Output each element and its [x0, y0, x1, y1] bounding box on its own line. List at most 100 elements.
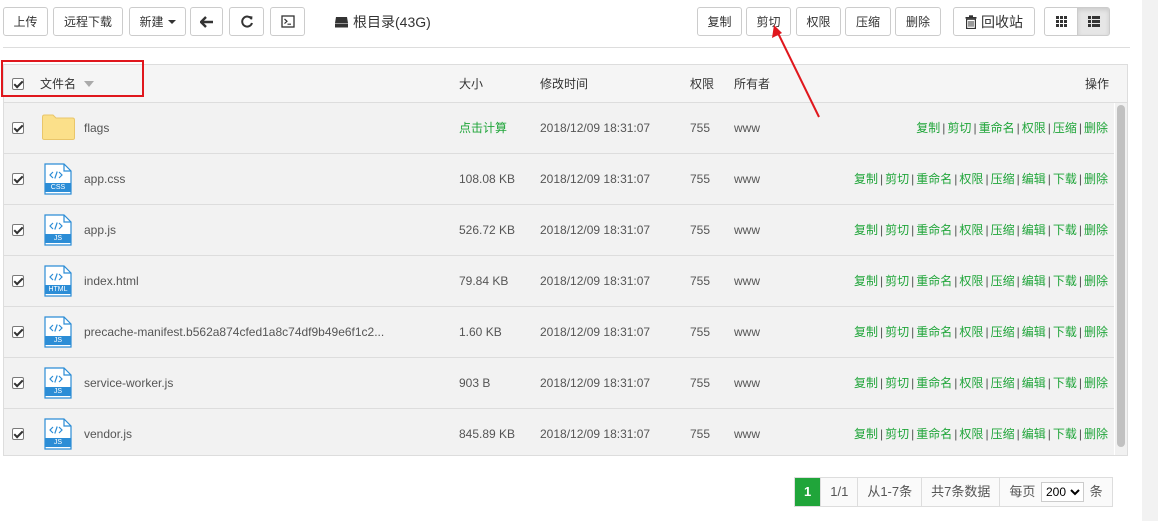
row-action-link[interactable]: 复制: [854, 172, 878, 186]
file-name-link[interactable]: vendor.js: [84, 409, 132, 455]
row-action-link[interactable]: 剪切: [947, 121, 971, 135]
new-dropdown-button[interactable]: 新建: [129, 7, 186, 36]
delete-button[interactable]: 删除: [895, 7, 941, 36]
row-checkbox[interactable]: [12, 173, 24, 185]
row-checkbox[interactable]: [12, 275, 24, 287]
row-action-link[interactable]: 删除: [1084, 325, 1108, 339]
table-row[interactable]: JS precache-manifest.b562a874cfed1a8c74df…: [4, 307, 1114, 358]
list-view-button[interactable]: [1077, 7, 1110, 36]
file-name-link[interactable]: flags: [84, 103, 109, 153]
row-action-link[interactable]: 下载: [1053, 376, 1077, 390]
upload-button[interactable]: 上传: [3, 7, 48, 36]
row-checkbox[interactable]: [12, 326, 24, 338]
row-action-link[interactable]: 编辑: [1022, 223, 1046, 237]
file-name-link[interactable]: app.css: [84, 154, 125, 204]
action-separator: |: [954, 223, 958, 237]
row-action-link[interactable]: 压缩: [991, 274, 1015, 288]
row-action-link[interactable]: 压缩: [991, 223, 1015, 237]
action-separator: |: [880, 223, 884, 237]
row-action-link[interactable]: 复制: [854, 223, 878, 237]
column-header-name[interactable]: 文件名: [40, 65, 76, 103]
table-row[interactable]: HTML index.html 79.84 KB 2018/12/09 18:31:0…: [4, 256, 1114, 307]
file-permission: 755: [690, 325, 711, 339]
compress-button[interactable]: 压缩: [845, 7, 891, 36]
row-action-link[interactable]: 重命名: [916, 223, 952, 237]
row-action-link[interactable]: 压缩: [991, 427, 1015, 441]
row-action-link[interactable]: 编辑: [1022, 274, 1046, 288]
file-size[interactable]: 点击计算: [459, 103, 507, 153]
row-action-link[interactable]: 复制: [916, 121, 940, 135]
row-action-link[interactable]: 删除: [1084, 223, 1108, 237]
table-row[interactable]: JS app.js 526.72 KB 2018/12/09 18:31:07 755 w…: [4, 205, 1114, 256]
table-row[interactable]: flags 点击计算 2018/12/09 18:31:07 755 www 复制 | 剪切 |…: [4, 103, 1114, 154]
row-action-link[interactable]: 编辑: [1022, 376, 1046, 390]
table-scrollbar[interactable]: [1115, 103, 1127, 455]
row-action-link[interactable]: 删除: [1084, 427, 1108, 441]
row-checkbox[interactable]: [12, 428, 24, 440]
row-checkbox[interactable]: [12, 224, 24, 236]
row-action-link[interactable]: 剪切: [885, 274, 909, 288]
row-action-link[interactable]: 压缩: [991, 376, 1015, 390]
row-action-link[interactable]: 剪切: [885, 325, 909, 339]
row-action-link[interactable]: 编辑: [1022, 427, 1046, 441]
row-action-link[interactable]: 压缩: [991, 325, 1015, 339]
table-row[interactable]: CSS app.css 108.08 KB 2018/12/09 18:31:07 75…: [4, 154, 1114, 205]
row-action-link[interactable]: 权限: [959, 172, 983, 186]
row-action-link[interactable]: 压缩: [1053, 121, 1077, 135]
page-1-button[interactable]: 1: [795, 478, 822, 506]
back-button[interactable]: [190, 7, 223, 36]
row-action-link[interactable]: 权限: [959, 376, 983, 390]
row-checkbox[interactable]: [12, 377, 24, 389]
row-action-link[interactable]: 剪切: [885, 427, 909, 441]
row-action-link[interactable]: 复制: [854, 376, 878, 390]
file-name-link[interactable]: precache-manifest.b562a874cfed1a8c74df9b…: [84, 307, 384, 357]
sort-arrow-icon[interactable]: [84, 81, 94, 87]
terminal-button[interactable]: [270, 7, 305, 36]
row-action-link[interactable]: 重命名: [916, 427, 952, 441]
row-action-link[interactable]: 权限: [959, 223, 983, 237]
row-action-link[interactable]: 编辑: [1022, 325, 1046, 339]
file-name-link[interactable]: service-worker.js: [84, 358, 173, 408]
row-action-link[interactable]: 剪切: [885, 172, 909, 186]
row-action-link[interactable]: 删除: [1084, 172, 1108, 186]
row-checkbox[interactable]: [12, 122, 24, 134]
row-action-link[interactable]: 剪切: [885, 223, 909, 237]
grid-view-button[interactable]: [1044, 7, 1078, 36]
row-action-link[interactable]: 压缩: [991, 172, 1015, 186]
file-name-link[interactable]: index.html: [84, 256, 139, 306]
row-action-link[interactable]: 剪切: [885, 376, 909, 390]
row-action-link[interactable]: 重命名: [916, 172, 952, 186]
row-action-link[interactable]: 重命名: [916, 274, 952, 288]
row-action-link[interactable]: 删除: [1084, 121, 1108, 135]
table-row[interactable]: JS vendor.js 845.89 KB 2018/12/09 18:31:07 7…: [4, 409, 1114, 455]
row-action-link[interactable]: 删除: [1084, 376, 1108, 390]
row-action-link[interactable]: 下载: [1053, 325, 1077, 339]
table-row[interactable]: JS service-worker.js 903 B 2018/12/09 18:31…: [4, 358, 1114, 409]
row-action-link[interactable]: 下载: [1053, 172, 1077, 186]
breadcrumb[interactable]: 根目录(43G): [334, 7, 431, 36]
row-action-link[interactable]: 编辑: [1022, 172, 1046, 186]
row-action-link[interactable]: 权限: [959, 274, 983, 288]
row-action-link[interactable]: 删除: [1084, 274, 1108, 288]
row-action-link[interactable]: 重命名: [979, 121, 1015, 135]
per-page-select[interactable]: 200: [1040, 482, 1084, 502]
row-action-link[interactable]: 权限: [959, 427, 983, 441]
scrollbar-thumb[interactable]: [1117, 105, 1125, 447]
select-all-checkbox[interactable]: [12, 78, 24, 90]
row-action-link[interactable]: 权限: [1022, 121, 1046, 135]
recycle-bin-button[interactable]: 回收站: [953, 7, 1035, 36]
refresh-button[interactable]: [229, 7, 264, 36]
row-action-link[interactable]: 下载: [1053, 427, 1077, 441]
file-name-link[interactable]: app.js: [84, 205, 116, 255]
copy-button[interactable]: 复制: [697, 7, 742, 36]
row-action-link[interactable]: 下载: [1053, 223, 1077, 237]
remote-download-button[interactable]: 远程下载: [53, 7, 123, 36]
row-action-link[interactable]: 重命名: [916, 325, 952, 339]
row-action-link[interactable]: 权限: [959, 325, 983, 339]
row-action-link[interactable]: 下载: [1053, 274, 1077, 288]
row-action-link[interactable]: 复制: [854, 274, 878, 288]
page-scrollbar-track[interactable]: [1142, 0, 1158, 521]
row-action-link[interactable]: 重命名: [916, 376, 952, 390]
row-action-link[interactable]: 复制: [854, 427, 878, 441]
row-action-link[interactable]: 复制: [854, 325, 878, 339]
